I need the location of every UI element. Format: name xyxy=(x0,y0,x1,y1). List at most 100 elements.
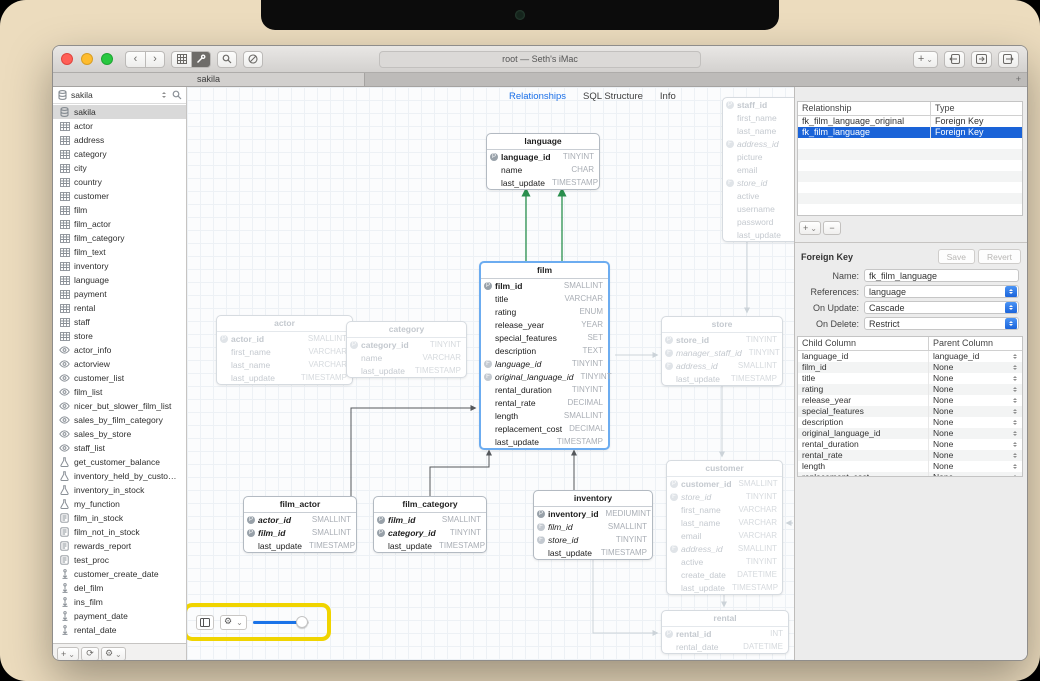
sidebar-item-actor[interactable]: actor xyxy=(53,119,186,133)
sidebar-item-country[interactable]: country xyxy=(53,175,186,189)
foreign-key-name-input[interactable]: fk_film_language xyxy=(864,269,1019,282)
relationship-row-fk-film-language-original[interactable]: fk_film_language_originalForeign Key xyxy=(798,116,1022,127)
sidebar-item-city[interactable]: city xyxy=(53,161,186,175)
back-button[interactable]: ‹ xyxy=(125,51,145,68)
toggle-content-panel-button[interactable] xyxy=(971,51,992,68)
sidebar-item-rewards-report[interactable]: rewards_report xyxy=(53,539,186,553)
er-table-staff[interactable]: Pstaff_idfirst_namelast_nameFaddress_idS… xyxy=(722,97,794,242)
sidebar-item-store[interactable]: store xyxy=(53,329,186,343)
zoom-slider[interactable] xyxy=(253,616,309,628)
references--select[interactable]: language xyxy=(864,285,1019,298)
sidebar-item-del-film[interactable]: del_film xyxy=(53,581,186,595)
search-icon[interactable] xyxy=(172,90,182,100)
sidebar-item-language[interactable]: language xyxy=(53,273,186,287)
tab-sql-structure[interactable]: SQL Structure xyxy=(583,91,643,102)
column-map-row-release-year[interactable]: release_yearNone xyxy=(798,395,1022,406)
sidebar-item-nicer-but-slower-film-list[interactable]: nicer_but_slower_film_list xyxy=(53,399,186,413)
column-map-row-rating[interactable]: ratingNone xyxy=(798,384,1022,395)
sidebar-item-my-function[interactable]: my_function xyxy=(53,497,186,511)
sidebar-item-customer[interactable]: customer xyxy=(53,189,186,203)
sidebar-item-actor-info[interactable]: actor_info xyxy=(53,343,186,357)
sidebar-item-film-list[interactable]: film_list xyxy=(53,385,186,399)
sidebar-item-inventory[interactable]: inventory xyxy=(53,259,186,273)
column-header-child[interactable]: Child Column xyxy=(798,337,929,350)
er-table-inventory[interactable]: inventoryPinventory_idMEDIUMINTFfilm_idS… xyxy=(533,490,653,560)
toggle-left-panel-button[interactable] xyxy=(944,51,965,68)
forward-button[interactable]: › xyxy=(145,51,165,68)
er-table-rental[interactable]: rentalPrental_idINTrental_dateDATETIME xyxy=(661,610,789,654)
sidebar-item-inventory-in-stock[interactable]: inventory_in_stock xyxy=(53,483,186,497)
add-relationship-button[interactable]: +⌄ xyxy=(799,221,821,235)
sidebar-item-rental[interactable]: rental xyxy=(53,301,186,315)
sidebar-item-film-not-in-stock[interactable]: film_not_in_stock xyxy=(53,525,186,539)
refresh-button[interactable]: ⟳ xyxy=(81,647,99,661)
slider-knob[interactable] xyxy=(296,616,308,628)
tab-relationships[interactable]: Relationships xyxy=(509,91,566,102)
sidebar-item-actorview[interactable]: actorview xyxy=(53,357,186,371)
column-header-parent[interactable]: Parent Column xyxy=(929,337,1022,350)
er-table-actor[interactable]: actorPactor_idSMALLINTfirst_nameVARCHARl… xyxy=(216,315,353,385)
column-map-row-original-language-id[interactable]: original_language_idNone xyxy=(798,428,1022,439)
sidebar-item-sales-by-store[interactable]: sales_by_store xyxy=(53,427,186,441)
er-table-customer[interactable]: customerPcustomer_idSMALLINTFstore_idTIN… xyxy=(666,460,783,595)
add-item-button[interactable]: +⌄ xyxy=(913,51,938,68)
tab-sakila[interactable]: sakila xyxy=(53,73,365,86)
sidebar-item-inventory-held-by-custo-[interactable]: inventory_held_by_custo… xyxy=(53,469,186,483)
sidebar-item-category[interactable]: category xyxy=(53,147,186,161)
search-button[interactable] xyxy=(217,51,237,68)
tab-info[interactable]: Info xyxy=(660,91,676,102)
toggle-sidebar-button[interactable] xyxy=(196,615,214,630)
sidebar-item-staff[interactable]: staff xyxy=(53,315,186,329)
add-object-button[interactable]: +⌄ xyxy=(57,647,79,661)
revert-button[interactable]: Revert xyxy=(978,249,1021,264)
minimize-window-button[interactable] xyxy=(81,53,93,65)
er-table-category[interactable]: categoryPcategory_idTINYINTnameVARCHARla… xyxy=(346,321,467,378)
sidebar-item-customer-list[interactable]: customer_list xyxy=(53,371,186,385)
column-map-row-description[interactable]: descriptionNone xyxy=(798,417,1022,428)
er-table-language[interactable]: languagePlanguage_idTINYINTnameCHARlast_… xyxy=(486,133,600,190)
relationship-row-fk-film-language[interactable]: fk_film_languageForeign Key xyxy=(798,127,1022,138)
actions-button[interactable]: ⚙⌄ xyxy=(101,647,126,661)
new-tab-button[interactable]: + xyxy=(1016,73,1021,86)
column-header-relationship[interactable]: Relationship xyxy=(798,102,931,115)
remove-relationship-button[interactable]: − xyxy=(823,221,841,235)
sidebar-item-test-proc[interactable]: test_proc xyxy=(53,553,186,567)
column-map-row-special-features[interactable]: special_featuresNone xyxy=(798,406,1022,417)
diagram-options-button[interactable]: ⚙⌄ xyxy=(220,615,247,630)
column-map-row-film-id[interactable]: film_idNone xyxy=(798,362,1022,373)
database-scope-selector[interactable]: sakila xyxy=(53,87,186,104)
toggle-right-panel-button[interactable] xyxy=(998,51,1019,68)
column-map-row-rental-rate[interactable]: rental_rateNone xyxy=(798,450,1022,461)
sidebar-item-film-category[interactable]: film_category xyxy=(53,231,186,245)
console-button[interactable] xyxy=(243,51,263,68)
sidebar-item-film-in-stock[interactable]: film_in_stock xyxy=(53,511,186,525)
sidebar-item-payment[interactable]: payment xyxy=(53,287,186,301)
sidebar-item-rental-date[interactable]: rental_date xyxy=(53,623,186,637)
column-map-row-title[interactable]: titleNone xyxy=(798,373,1022,384)
column-map-row-language-id[interactable]: language_idlanguage_id xyxy=(798,351,1022,362)
er-table-film_actor[interactable]: film_actorPactor_idSMALLINTPfilm_idSMALL… xyxy=(243,496,357,553)
er-table-film_category[interactable]: film_categoryPfilm_idSMALLINTPcategory_i… xyxy=(373,496,487,553)
sidebar-item-staff-list[interactable]: staff_list xyxy=(53,441,186,455)
column-header-type[interactable]: Type xyxy=(931,102,1022,115)
content-view-button[interactable] xyxy=(171,51,191,68)
er-table-film[interactable]: filmPfilm_idSMALLINTtitleVARCHARratingEN… xyxy=(479,261,610,450)
sidebar-item-film[interactable]: film xyxy=(53,203,186,217)
column-map-row-replacement-cost[interactable]: replacement_costNone xyxy=(798,472,1022,477)
save-button[interactable]: Save xyxy=(938,249,975,264)
sidebar-item-film-text[interactable]: film_text xyxy=(53,245,186,259)
sidebar-item-get-customer-balance[interactable]: get_customer_balance xyxy=(53,455,186,469)
sidebar-item-ins-film[interactable]: ins_film xyxy=(53,595,186,609)
sidebar-item-payment-date[interactable]: payment_date xyxy=(53,609,186,623)
sidebar-item-address[interactable]: address xyxy=(53,133,186,147)
sidebar-item-customer-create-date[interactable]: customer_create_date xyxy=(53,567,186,581)
column-map-row-length[interactable]: lengthNone xyxy=(798,461,1022,472)
close-window-button[interactable] xyxy=(61,53,73,65)
sidebar-item-film-actor[interactable]: film_actor xyxy=(53,217,186,231)
zoom-window-button[interactable] xyxy=(101,53,113,65)
er-table-store[interactable]: storePstore_idTINYINTFmanager_staff_idTI… xyxy=(661,316,783,386)
column-map-row-rental-duration[interactable]: rental_durationNone xyxy=(798,439,1022,450)
er-diagram-canvas[interactable]: Relationships SQL Structure Info languageP… xyxy=(187,87,794,661)
sidebar-item-sakila[interactable]: sakila xyxy=(53,105,186,119)
on-update--select[interactable]: Cascade xyxy=(864,301,1019,314)
